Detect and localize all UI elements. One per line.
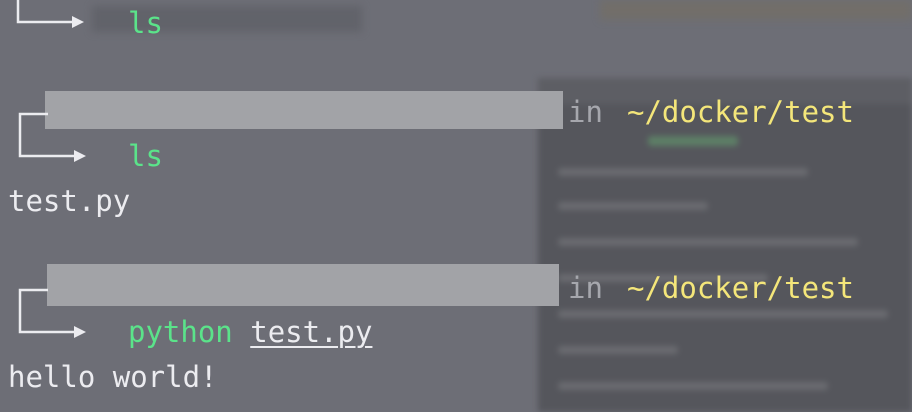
background-text-line bbox=[558, 238, 858, 246]
return-arrow-icon bbox=[14, 112, 94, 162]
return-arrow-icon bbox=[14, 0, 90, 34]
redacted-prompt bbox=[47, 264, 559, 306]
prompt-in-label: in bbox=[568, 271, 603, 305]
command-line: python test.py bbox=[128, 315, 372, 349]
command-argument-file[interactable]: test.py bbox=[250, 315, 372, 349]
background-text-line bbox=[558, 382, 828, 390]
command-output: test.py bbox=[8, 184, 131, 218]
command-output: hello world! bbox=[8, 360, 218, 394]
command-python: python bbox=[128, 315, 233, 349]
background-highlight bbox=[648, 136, 738, 146]
prompt-in-label: in bbox=[568, 95, 603, 129]
background-text-line bbox=[558, 346, 678, 354]
command-ls: ls bbox=[128, 6, 163, 40]
background-blurred-text bbox=[600, 0, 912, 20]
redacted-prompt bbox=[45, 91, 563, 129]
prompt-path: ~/docker/test bbox=[627, 271, 854, 305]
prompt-path: ~/docker/test bbox=[627, 95, 854, 129]
command-ls: ls bbox=[128, 139, 163, 173]
background-text-line bbox=[558, 168, 808, 176]
background-text-line bbox=[558, 202, 708, 210]
background-text-line bbox=[558, 310, 888, 318]
return-arrow-icon bbox=[14, 288, 94, 338]
